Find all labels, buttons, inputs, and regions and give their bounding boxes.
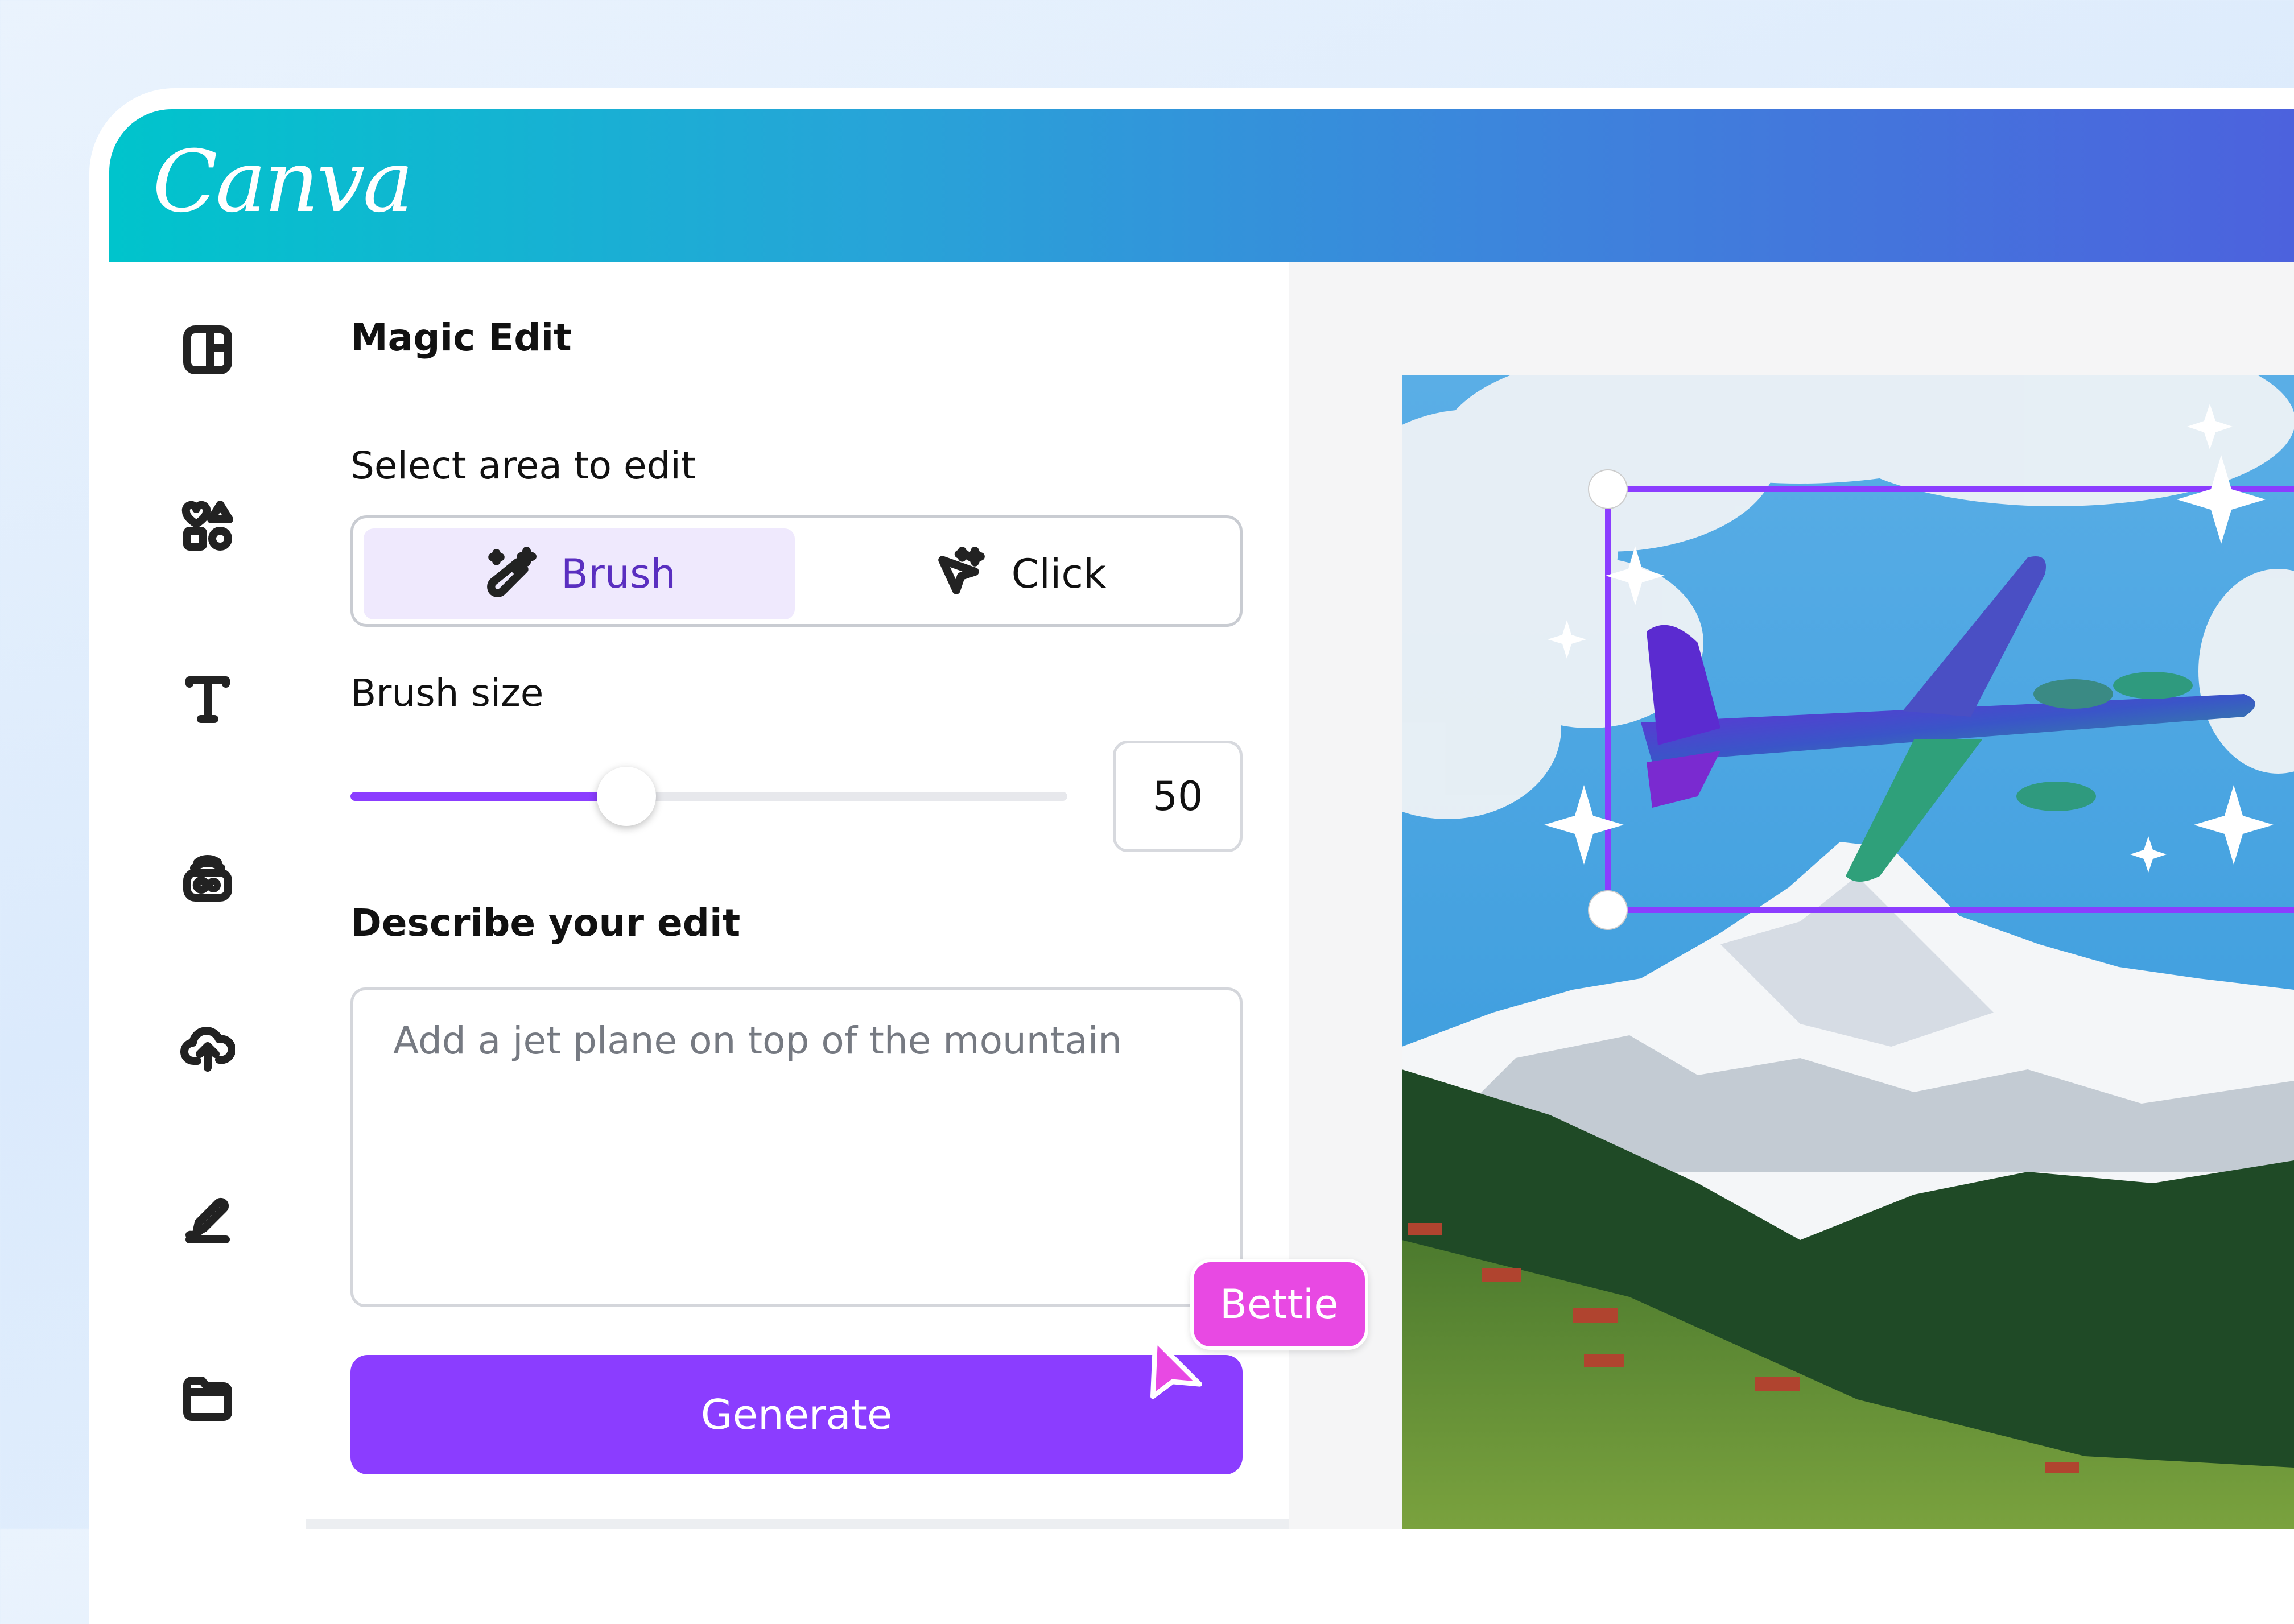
canva-logo[interactable]: Canva: [152, 125, 414, 239]
magic-click-icon: [938, 547, 985, 594]
uploads-icon[interactable]: [176, 1016, 239, 1078]
magic-brush-icon: [487, 547, 537, 597]
brush-size-value[interactable]: 50: [1113, 741, 1243, 852]
panel-bottom-edge: [306, 1519, 1289, 1529]
layout-icon[interactable]: [176, 319, 239, 381]
selection-handle-top-left[interactable]: [1588, 469, 1628, 509]
selection-handle-bottom-left[interactable]: [1588, 890, 1628, 930]
brush-size-label: Brush size: [350, 671, 544, 715]
brand-icon[interactable]: [176, 846, 239, 908]
projects-icon[interactable]: [176, 1365, 239, 1428]
select-area-label: Select area to edit: [350, 444, 696, 487]
click-mode-label: Click: [1011, 551, 1107, 597]
describe-label: Describe your edit: [350, 901, 741, 945]
click-mode-button[interactable]: Click: [804, 528, 1235, 619]
generate-button[interactable]: Generate: [350, 1355, 1243, 1474]
selection-mode-toggle: Brush Click: [350, 515, 1243, 627]
elements-icon[interactable]: [176, 495, 239, 557]
panel-title: Magic Edit: [350, 316, 572, 359]
edit-description-input[interactable]: [350, 987, 1243, 1307]
brush-size-slider[interactable]: [350, 767, 1067, 826]
slider-thumb[interactable]: [597, 767, 656, 826]
collaborator-name-tag: Bettie: [1190, 1259, 1368, 1350]
app-header: [109, 109, 2294, 262]
draw-icon[interactable]: [176, 1190, 239, 1253]
canvas-photo[interactable]: [1402, 375, 2294, 1529]
brush-mode-label: Brush: [560, 551, 676, 597]
text-icon[interactable]: [176, 668, 239, 731]
brush-mode-button[interactable]: Brush: [364, 528, 795, 619]
slider-fill: [350, 792, 626, 801]
